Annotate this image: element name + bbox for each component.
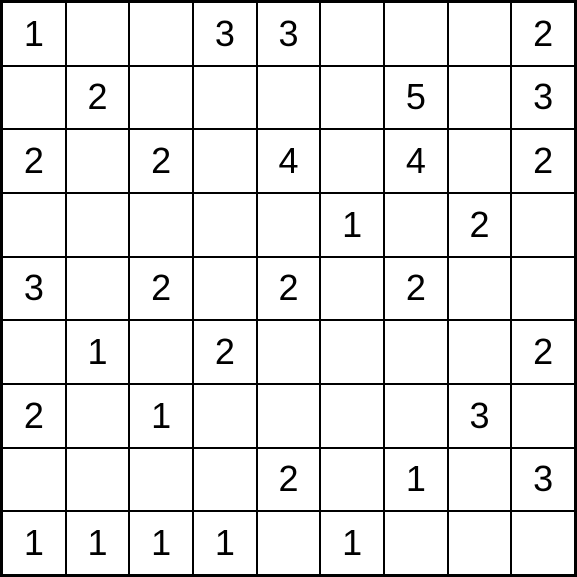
grid-cell[interactable]: 3 [448,384,512,448]
grid-cell[interactable]: 2 [2,384,66,448]
grid-cell[interactable] [448,448,512,512]
grid-cell[interactable] [320,129,384,193]
grid-cell[interactable] [448,66,512,130]
grid-cell[interactable]: 2 [511,129,575,193]
grid-cell[interactable] [66,448,130,512]
grid-cell[interactable] [66,2,130,66]
grid-cell[interactable]: 2 [448,193,512,257]
grid-cell[interactable] [320,2,384,66]
grid-cell[interactable] [448,2,512,66]
grid-cell[interactable]: 2 [2,129,66,193]
grid-cell[interactable] [511,257,575,321]
grid-cell[interactable] [320,448,384,512]
grid-cell[interactable] [129,193,193,257]
grid-cell[interactable]: 2 [129,257,193,321]
grid-cell[interactable] [193,384,257,448]
grid-cell[interactable]: 1 [66,320,130,384]
grid-cell[interactable]: 2 [66,66,130,130]
grid-cell[interactable] [66,193,130,257]
grid-cell[interactable] [320,320,384,384]
grid-cell[interactable] [448,129,512,193]
grid-cell[interactable] [511,511,575,575]
grid-cell[interactable] [320,257,384,321]
grid-cell[interactable] [257,193,321,257]
grid-cell[interactable] [511,384,575,448]
grid-cell[interactable]: 4 [257,129,321,193]
grid-cell[interactable]: 1 [193,511,257,575]
grid-cell[interactable] [66,257,130,321]
grid-cell[interactable] [193,129,257,193]
grid-cell[interactable] [129,448,193,512]
grid-cell[interactable]: 2 [257,448,321,512]
grid-cell[interactable]: 3 [193,2,257,66]
grid-cell[interactable] [448,257,512,321]
grid-cell[interactable] [384,511,448,575]
grid-cell[interactable] [384,2,448,66]
grid-cell[interactable] [2,320,66,384]
grid-cell[interactable] [2,193,66,257]
grid-cell[interactable]: 2 [511,320,575,384]
grid-cell[interactable] [384,193,448,257]
grid-cell[interactable]: 3 [511,448,575,512]
grid-cell[interactable] [193,66,257,130]
grid-cell[interactable]: 1 [2,511,66,575]
grid-cell[interactable] [2,66,66,130]
grid-cell[interactable]: 1 [2,2,66,66]
grid-cell[interactable] [257,384,321,448]
grid-cell[interactable] [193,257,257,321]
puzzle-grid: 1 3 3 2 2 5 3 2 2 4 4 2 1 2 3 2 2 2 1 2 … [0,0,577,577]
grid-cell[interactable]: 1 [384,448,448,512]
grid-cell[interactable]: 4 [384,129,448,193]
grid-cell[interactable] [129,320,193,384]
grid-cell[interactable] [320,384,384,448]
grid-cell[interactable]: 1 [129,384,193,448]
grid-cell[interactable]: 1 [320,193,384,257]
grid-cell[interactable] [448,511,512,575]
grid-cell[interactable]: 5 [384,66,448,130]
grid-cell[interactable]: 2 [129,129,193,193]
grid-cell[interactable]: 3 [2,257,66,321]
grid-cell[interactable] [448,320,512,384]
grid-cell[interactable] [129,2,193,66]
grid-cell[interactable]: 2 [511,2,575,66]
grid-cell[interactable] [193,448,257,512]
grid-cell[interactable] [511,193,575,257]
grid-cell[interactable] [384,320,448,384]
grid-cell[interactable] [193,193,257,257]
grid-cell[interactable]: 3 [511,66,575,130]
grid-cell[interactable] [320,66,384,130]
grid-cell[interactable] [384,384,448,448]
grid-cell[interactable]: 3 [257,2,321,66]
grid-cell[interactable] [2,448,66,512]
grid-cell[interactable]: 1 [66,511,130,575]
grid-cell[interactable] [257,511,321,575]
grid-cell[interactable] [66,384,130,448]
grid-cell[interactable]: 1 [320,511,384,575]
grid-cell[interactable] [257,66,321,130]
grid-cell[interactable]: 2 [257,257,321,321]
grid-cell[interactable] [129,66,193,130]
grid-cell[interactable]: 1 [129,511,193,575]
grid-cell[interactable]: 2 [193,320,257,384]
grid-cell[interactable]: 2 [384,257,448,321]
grid-cell[interactable] [66,129,130,193]
grid-cell[interactable] [257,320,321,384]
